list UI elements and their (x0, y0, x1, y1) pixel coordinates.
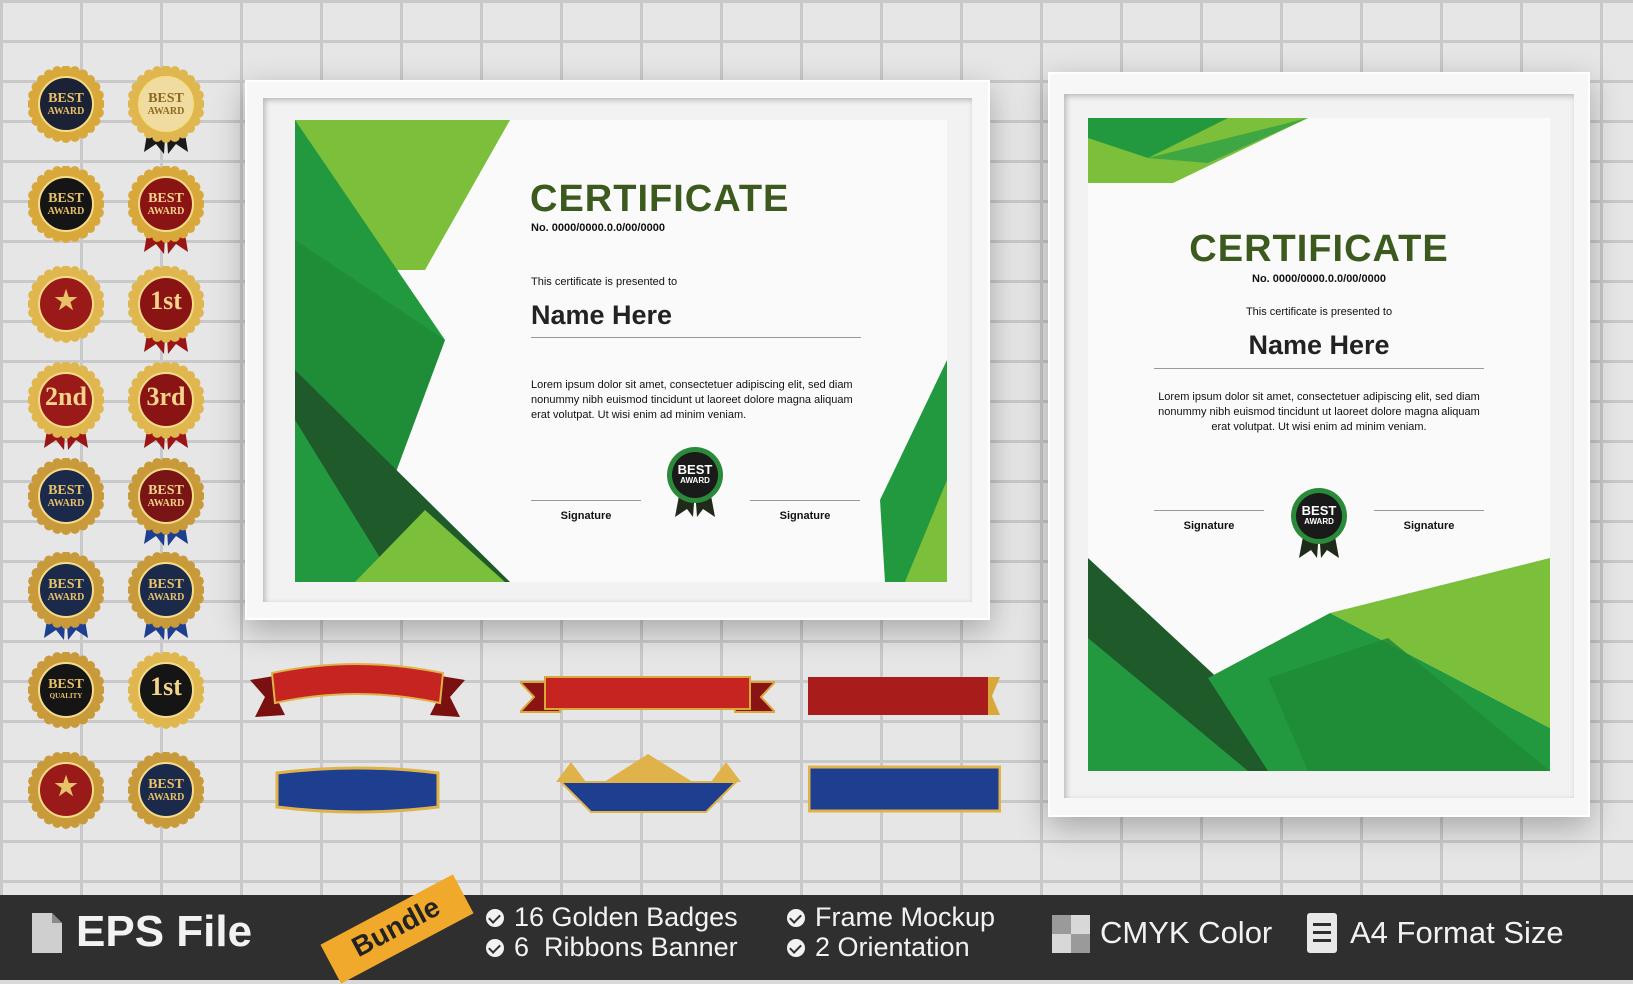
portrait-sig-line-left (1154, 510, 1264, 511)
badge-line2: AWARD (147, 106, 185, 117)
golden-badge: BEST AWARD (27, 65, 105, 156)
portrait-sig-line-right (1374, 510, 1484, 511)
golden-badge: ★ (27, 751, 105, 842)
portrait-name: Name Here (1248, 330, 1390, 360)
badge-line2: AWARD (47, 206, 85, 217)
badge-line1: BEST (148, 777, 184, 792)
footer-bar: EPS File Bundle 16 Golden Badges 6 Ribbo… (0, 874, 1633, 984)
badge-line1: BEST (148, 191, 184, 206)
cmyk-color-icon (1052, 915, 1090, 953)
badge-line2: AWARD (147, 792, 185, 803)
golden-badge: BEST AWARD (127, 165, 205, 256)
golden-badge: BEST AWARD (127, 65, 205, 156)
badge-line2: AWARD (147, 498, 185, 509)
golden-badge: ★ (27, 265, 105, 356)
a4-format-label: A4 Format Size (1350, 915, 1564, 950)
golden-badge: BEST AWARD (127, 457, 205, 548)
landscape-name-underline (531, 337, 861, 338)
badge-line2: AWARD (47, 106, 85, 117)
badge-line1: 3rd (146, 382, 186, 411)
badge-line2: AWARD (47, 592, 85, 603)
golden-badge: 1st (127, 651, 205, 742)
feature-badges: 16 Golden Badges (514, 902, 738, 932)
landscape-sig-line-left (531, 500, 641, 501)
badge-line1: BEST (148, 577, 184, 592)
golden-badge: BEST AWARD (27, 165, 105, 256)
golden-badge: BEST AWARD (27, 551, 105, 642)
badge-line2: AWARD (147, 206, 185, 217)
feature-ribbons: 6 Ribbons Banner (514, 932, 738, 962)
eps-file-label: EPS File (76, 907, 253, 956)
badge-line1: 2nd (45, 382, 87, 411)
ribbon-blue-flat (808, 765, 1001, 813)
file-icon (32, 913, 62, 953)
golden-badge: BEST AWARD (127, 751, 205, 842)
ribbon-red-curved (250, 663, 465, 717)
ribbon-red-straight (520, 676, 775, 713)
landscape-badge-line1: BEST (677, 462, 713, 477)
ribbon-blue-crown (556, 754, 741, 813)
golden-badge: BEST AWARD (27, 457, 105, 548)
feature-frame-mockup: Frame Mockup (815, 902, 996, 932)
landscape-number: No. 0000/0000.0.0/00/0000 (531, 222, 665, 234)
golden-badge: BEST AWARD (127, 551, 205, 642)
landscape-title: CERTIFICATE (530, 178, 790, 220)
portrait-body: Lorem ipsum dolor sit amet, consectetuer… (1158, 391, 1480, 433)
badge-line1: BEST (148, 483, 184, 498)
ribbon-blue-curved (275, 766, 440, 814)
badge-line2: AWARD (147, 592, 185, 603)
landscape-certificate: CERTIFICATE No. 0000/0000.0.0/00/0000 Th… (295, 120, 947, 582)
check-icon (486, 939, 504, 957)
portrait-badge-line1: BEST (1301, 503, 1337, 518)
badge-line1: BEST (48, 191, 84, 206)
badge-line2: AWARD (47, 498, 85, 509)
landscape-sig-line-right (750, 500, 860, 501)
portrait-frame: CERTIFICATE No. 0000/0000.0.0/00/0000 Th… (1048, 72, 1590, 817)
badge-line1: BEST (48, 483, 84, 498)
feature-orientation: 2 Orientation (815, 932, 970, 962)
portrait-name-underline (1154, 368, 1484, 369)
portrait-number: No. 0000/0000.0.0/00/0000 (1252, 273, 1386, 285)
golden-badge: 1st (127, 265, 205, 356)
badge-line1: ★ (54, 772, 78, 801)
badge-line1: BEST (48, 577, 84, 592)
document-icon (1307, 913, 1337, 953)
golden-badge: BEST QUALITY (27, 651, 105, 742)
portrait-certificate: CERTIFICATE No. 0000/0000.0.0/00/0000 Th… (1088, 118, 1550, 771)
landscape-badge-line2: AWARD (680, 476, 710, 485)
landscape-body: Lorem ipsum dolor sit amet, consectetuer… (531, 379, 853, 421)
portrait-title: CERTIFICATE (1189, 228, 1449, 270)
badge-line1: ★ (54, 286, 78, 315)
portrait-signature-left: Signature (1183, 520, 1235, 532)
golden-badge: 3rd (127, 361, 205, 452)
portrait-presented: This certificate is presented to (1245, 306, 1393, 318)
golden-badge: 2nd (27, 361, 105, 452)
landscape-name: Name Here (531, 300, 673, 330)
cmyk-label: CMYK Color (1100, 915, 1273, 950)
landscape-frame: CERTIFICATE No. 0000/0000.0.0/00/0000 Th… (245, 80, 990, 620)
badge-line1: BEST (148, 91, 184, 106)
landscape-award-badge: BEST AWARD (665, 445, 725, 520)
ribbon-red-flat (808, 677, 1000, 715)
badge-line1: BEST (48, 91, 84, 106)
check-icon (486, 909, 504, 927)
landscape-presented: This certificate is presented to (531, 276, 678, 288)
portrait-signature-right: Signature (1403, 520, 1455, 532)
badge-line1: 1st (150, 672, 182, 701)
landscape-signature-left: Signature (560, 510, 612, 522)
badge-line2: QUALITY (49, 692, 83, 700)
landscape-signature-right: Signature (779, 510, 831, 522)
portrait-badge-line2: AWARD (1304, 517, 1334, 526)
check-icon (787, 909, 805, 927)
badge-line1: 1st (150, 286, 182, 315)
badge-line1: BEST (48, 677, 84, 692)
portrait-green-decoration (1088, 118, 1550, 771)
portrait-award-badge: BEST AWARD (1289, 486, 1349, 561)
check-icon (787, 939, 805, 957)
